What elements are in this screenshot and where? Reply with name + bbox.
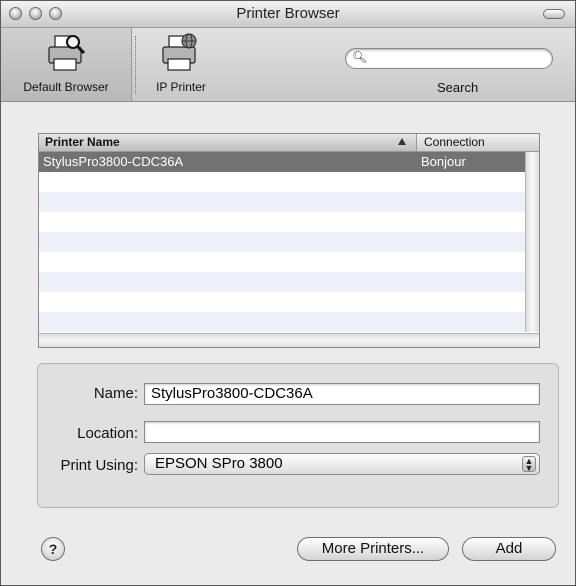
connection-cell: Bonjour [421, 154, 466, 169]
more-printers-button[interactable]: More Printers... [297, 537, 449, 561]
vertical-scrollbar[interactable] [525, 152, 539, 332]
table-header: Printer Name Connection [39, 134, 539, 152]
printer-browser-window: Printer Browser Default Browser IP Print… [0, 0, 576, 586]
default-browser-label: Default Browser [23, 80, 109, 94]
search-field[interactable]: 🔍︎ [345, 48, 553, 69]
title-bar[interactable]: Printer Browser [1, 1, 575, 28]
empty-row [39, 272, 525, 292]
column-header-label: Printer Name [45, 135, 120, 149]
horizontal-scrollbar[interactable] [39, 333, 539, 347]
printer-details-panel: Name: StylusPro3800-CDC36A Location: Pri… [37, 363, 559, 508]
empty-row [39, 192, 525, 212]
name-label: Name: [93, 385, 138, 402]
ip-printer-tab[interactable]: IP Printer [139, 28, 223, 101]
empty-row [39, 212, 525, 232]
printer-magnifier-icon [48, 35, 86, 71]
window-title: Printer Browser [236, 5, 340, 22]
sort-ascending-icon [398, 138, 406, 145]
search-input[interactable] [372, 51, 546, 68]
column-header-connection[interactable]: Connection [417, 134, 539, 151]
column-header-printer-name[interactable]: Printer Name [39, 134, 417, 151]
print-using-value: EPSON SPro 3800 [155, 455, 283, 472]
toolbar-toggle-button[interactable] [543, 9, 565, 19]
default-browser-tab[interactable]: Default Browser [1, 28, 132, 101]
help-button[interactable]: ? [41, 537, 65, 561]
location-label: Location: [77, 425, 138, 442]
toolbar-separator [135, 36, 136, 94]
search-icon[interactable]: 🔍︎ [352, 50, 367, 64]
location-field[interactable] [144, 421, 540, 443]
table-row[interactable]: StylusPro3800-CDC36A Bonjour [39, 152, 525, 172]
empty-row [39, 292, 525, 312]
print-using-label: Print Using: [60, 457, 138, 474]
empty-row [39, 172, 525, 192]
printer-globe-icon [162, 33, 197, 71]
ip-printer-label: IP Printer [156, 80, 206, 94]
toolbar: Default Browser IP Printer 🔍︎ Search [1, 28, 575, 102]
printer-list-table[interactable]: Printer Name Connection StylusPro3800-CD… [38, 133, 540, 348]
print-using-popup[interactable]: EPSON SPro 3800 ▲ ▼ [144, 453, 540, 475]
updown-arrows-icon: ▲ ▼ [522, 456, 536, 473]
table-rows: StylusPro3800-CDC36A Bonjour [39, 152, 525, 332]
printer-name-cell: StylusPro3800-CDC36A [43, 154, 184, 169]
search-label: Search [437, 80, 479, 95]
empty-row [39, 252, 525, 272]
empty-row [39, 312, 525, 332]
add-button[interactable]: Add [462, 537, 556, 561]
empty-row [39, 232, 525, 252]
name-field[interactable]: StylusPro3800-CDC36A [144, 383, 540, 405]
